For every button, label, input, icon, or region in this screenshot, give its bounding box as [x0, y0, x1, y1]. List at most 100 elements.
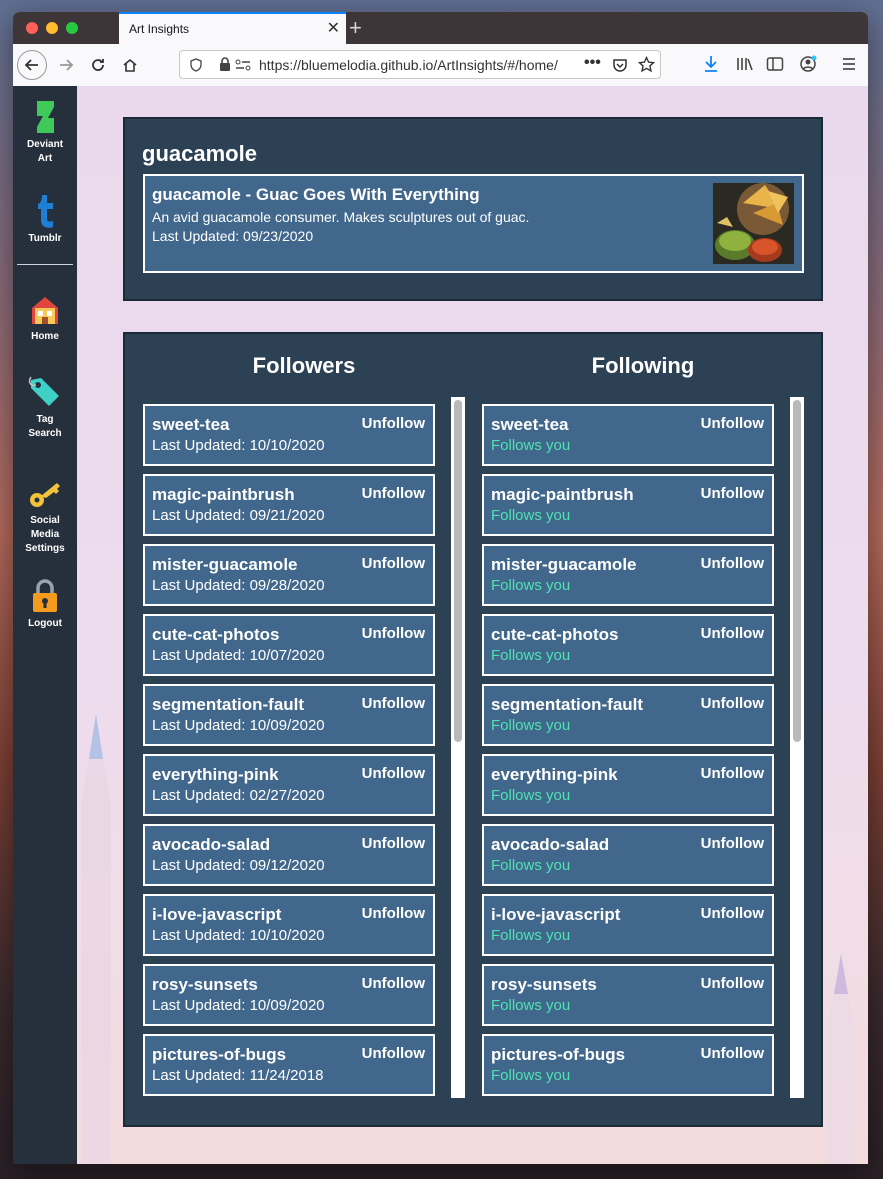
followers-scrollbar[interactable]: [451, 397, 465, 1098]
following-name[interactable]: pictures-of-bugs: [491, 1045, 625, 1065]
background-pencil: [81, 714, 111, 1164]
url-text[interactable]: https://bluemelodia.github.io/ArtInsight…: [259, 57, 577, 73]
unfollow-button[interactable]: Unfollow: [701, 975, 764, 992]
browser-tab[interactable]: Art Insights ✕: [119, 12, 346, 44]
follower-name[interactable]: avocado-salad: [152, 835, 270, 855]
sidebar-item-deviantart[interactable]: Deviant Art: [13, 100, 77, 166]
follower-name[interactable]: pictures-of-bugs: [152, 1045, 286, 1065]
following-scrollbar[interactable]: [790, 397, 804, 1098]
follower-name[interactable]: rosy-sunsets: [152, 975, 258, 995]
follower-item[interactable]: cute-cat-photos Last Updated: 10/07/2020…: [143, 614, 435, 676]
account-icon[interactable]: [798, 54, 818, 74]
follower-name[interactable]: cute-cat-photos: [152, 625, 280, 645]
follower-item[interactable]: i-love-javascript Last Updated: 10/10/20…: [143, 894, 435, 956]
unfollow-button[interactable]: Unfollow: [362, 695, 425, 712]
follower-item[interactable]: rosy-sunsets Last Updated: 10/09/2020 Un…: [143, 964, 435, 1026]
following-name[interactable]: mister-guacamole: [491, 555, 637, 575]
tumblr-icon: [38, 195, 53, 228]
following-name[interactable]: avocado-salad: [491, 835, 609, 855]
unfollow-button[interactable]: Unfollow: [362, 1045, 425, 1062]
unfollow-button[interactable]: Unfollow: [362, 625, 425, 642]
menu-icon[interactable]: [839, 54, 859, 74]
reload-button[interactable]: [83, 50, 113, 80]
unfollow-button[interactable]: Unfollow: [701, 555, 764, 572]
followers-scrollbar-thumb[interactable]: [454, 400, 462, 742]
permissions-icon[interactable]: [235, 59, 251, 71]
following-name[interactable]: cute-cat-photos: [491, 625, 619, 645]
unfollow-button[interactable]: Unfollow: [362, 975, 425, 992]
following-item[interactable]: sweet-tea Follows you Unfollow: [482, 404, 774, 466]
following-name[interactable]: everything-pink: [491, 765, 618, 785]
sidebar-item-tag-search[interactable]: Tag Search: [13, 375, 77, 441]
forward-button[interactable]: [51, 50, 81, 80]
shield-icon[interactable]: [189, 58, 203, 72]
close-window-button[interactable]: [26, 22, 38, 34]
following-item[interactable]: segmentation-fault Follows you Unfollow: [482, 684, 774, 746]
following-name[interactable]: magic-paintbrush: [491, 485, 634, 505]
follower-last-updated: Last Updated: 02/27/2020: [152, 787, 325, 804]
unfollow-button[interactable]: Unfollow: [362, 415, 425, 432]
following-item[interactable]: mister-guacamole Follows you Unfollow: [482, 544, 774, 606]
sidebar-item-home[interactable]: Home: [13, 294, 77, 344]
unfollow-button[interactable]: Unfollow: [701, 625, 764, 642]
sidebar-item-social-media-settings[interactable]: Social Media Settings: [13, 480, 77, 556]
following-item[interactable]: cute-cat-photos Follows you Unfollow: [482, 614, 774, 676]
following-item[interactable]: pictures-of-bugs Follows you Unfollow: [482, 1034, 774, 1096]
follower-name[interactable]: segmentation-fault: [152, 695, 304, 715]
unfollow-button[interactable]: Unfollow: [701, 695, 764, 712]
follower-item[interactable]: mister-guacamole Last Updated: 09/28/202…: [143, 544, 435, 606]
unfollow-button[interactable]: Unfollow: [701, 485, 764, 502]
follower-item[interactable]: everything-pink Last Updated: 02/27/2020…: [143, 754, 435, 816]
follower-item[interactable]: magic-paintbrush Last Updated: 09/21/202…: [143, 474, 435, 536]
follower-name[interactable]: i-love-javascript: [152, 905, 281, 925]
library-icon[interactable]: [735, 54, 755, 74]
unfollow-button[interactable]: Unfollow: [701, 835, 764, 852]
back-button[interactable]: [17, 50, 47, 80]
following-list[interactable]: sweet-tea Follows you Unfollow magic-pai…: [482, 404, 774, 1104]
downloads-icon[interactable]: [701, 54, 721, 74]
page-actions-icon[interactable]: •••: [584, 54, 601, 72]
follower-name[interactable]: sweet-tea: [152, 415, 229, 435]
follower-name[interactable]: magic-paintbrush: [152, 485, 295, 505]
following-item[interactable]: magic-paintbrush Follows you Unfollow: [482, 474, 774, 536]
sidebar-item-tumblr[interactable]: Tumblr: [13, 194, 77, 246]
follower-name[interactable]: mister-guacamole: [152, 555, 298, 575]
lock-padlock-icon[interactable]: [218, 57, 232, 72]
following-item[interactable]: avocado-salad Follows you Unfollow: [482, 824, 774, 886]
new-tab-icon[interactable]: +: [349, 15, 362, 41]
maximize-window-button[interactable]: [66, 22, 78, 34]
follower-name[interactable]: everything-pink: [152, 765, 279, 785]
following-name[interactable]: sweet-tea: [491, 415, 568, 435]
unfollow-button[interactable]: Unfollow: [362, 905, 425, 922]
profile-card[interactable]: guacamole - Guac Goes With Everything An…: [143, 174, 804, 273]
follower-item[interactable]: sweet-tea Last Updated: 10/10/2020 Unfol…: [143, 404, 435, 466]
sidebar-item-logout[interactable]: Logout: [13, 579, 77, 631]
minimize-window-button[interactable]: [46, 22, 58, 34]
unfollow-button[interactable]: Unfollow: [362, 485, 425, 502]
following-item[interactable]: everything-pink Follows you Unfollow: [482, 754, 774, 816]
unfollow-button[interactable]: Unfollow: [362, 835, 425, 852]
unfollow-button[interactable]: Unfollow: [701, 905, 764, 922]
unfollow-button[interactable]: Unfollow: [362, 555, 425, 572]
followers-list[interactable]: sweet-tea Last Updated: 10/10/2020 Unfol…: [143, 404, 435, 1104]
home-button[interactable]: [115, 50, 145, 80]
unfollow-button[interactable]: Unfollow: [362, 765, 425, 782]
following-name[interactable]: rosy-sunsets: [491, 975, 597, 995]
unfollow-button[interactable]: Unfollow: [701, 415, 764, 432]
tab-close-icon[interactable]: ✕: [327, 18, 340, 38]
follower-item[interactable]: pictures-of-bugs Last Updated: 11/24/201…: [143, 1034, 435, 1096]
bookmark-star-icon[interactable]: [638, 56, 655, 73]
following-item[interactable]: rosy-sunsets Follows you Unfollow: [482, 964, 774, 1026]
pocket-icon[interactable]: [612, 57, 628, 73]
follower-item[interactable]: segmentation-fault Last Updated: 10/09/2…: [143, 684, 435, 746]
following-name[interactable]: segmentation-fault: [491, 695, 643, 715]
sidebar-toggle-icon[interactable]: [765, 54, 785, 74]
following-name[interactable]: i-love-javascript: [491, 905, 620, 925]
follower-item[interactable]: avocado-salad Last Updated: 09/12/2020 U…: [143, 824, 435, 886]
browser-window: Art Insights ✕ + https://bluemelodia.git…: [13, 12, 868, 1164]
following-item[interactable]: i-love-javascript Follows you Unfollow: [482, 894, 774, 956]
unfollow-button[interactable]: Unfollow: [701, 765, 764, 782]
following-scrollbar-thumb[interactable]: [793, 400, 801, 742]
url-bar[interactable]: https://bluemelodia.github.io/ArtInsight…: [179, 50, 661, 79]
unfollow-button[interactable]: Unfollow: [701, 1045, 764, 1062]
